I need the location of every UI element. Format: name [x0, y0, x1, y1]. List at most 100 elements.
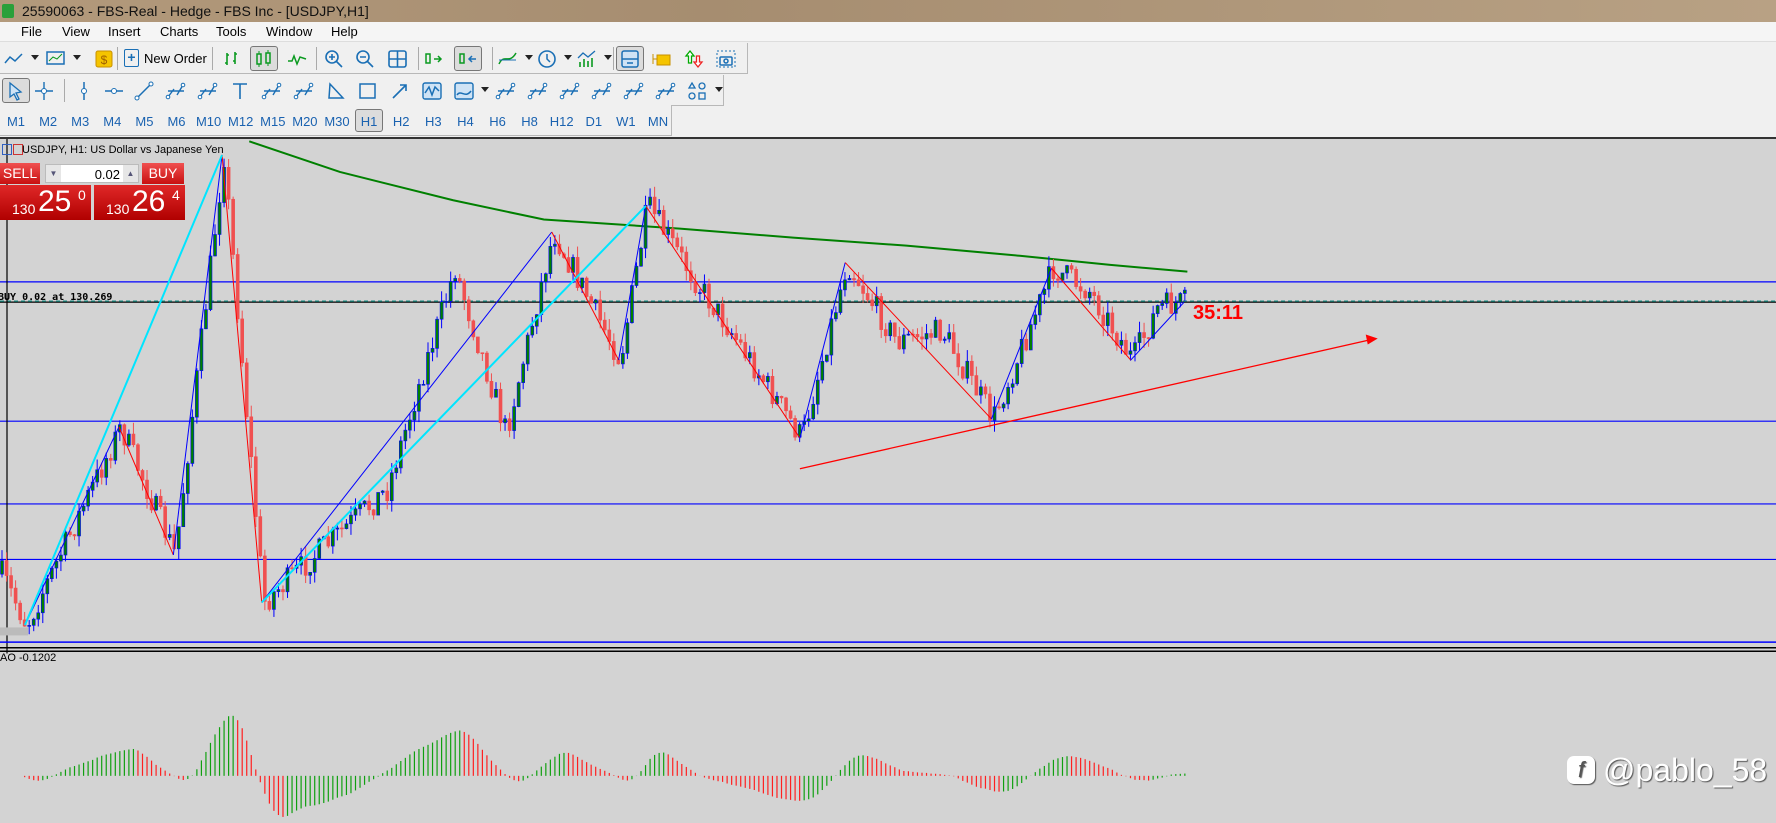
timeframe-m10[interactable]: M10 — [195, 109, 223, 132]
buy-button[interactable]: BUY — [142, 163, 184, 184]
menu-insert[interactable]: Insert — [108, 24, 141, 39]
lot-size-input[interactable]: ▼ 0.02 ▲ — [45, 164, 139, 183]
dropdown-arrow-icon[interactable] — [715, 87, 723, 92]
timeframe-m6[interactable]: M6 — [163, 109, 191, 132]
bullish-candle — [544, 273, 548, 283]
auto-scroll-button[interactable] — [420, 46, 448, 71]
cyan-trendline — [261, 205, 647, 604]
data-folder-button[interactable] — [648, 46, 676, 71]
bullish-candle — [380, 490, 385, 493]
toolbar-separator — [117, 47, 118, 70]
channel-button[interactable] — [194, 78, 222, 103]
dropdown-arrow-icon[interactable] — [564, 55, 572, 60]
timeframe-m15[interactable]: M15 — [259, 109, 287, 132]
market-watch-dollar-button[interactable]: $ — [90, 46, 118, 71]
sell-button[interactable]: SELL — [0, 163, 40, 184]
line-chart-button[interactable] — [0, 46, 28, 71]
timeframe-m4[interactable]: M4 — [98, 109, 126, 132]
bar-chart-button[interactable] — [218, 46, 246, 71]
bullish-candle — [399, 440, 403, 469]
sell-price[interactable]: 130 25 0 — [0, 185, 91, 220]
chart-window[interactable]: USDJPY, H1: US Dollar vs Japanese Yen SE… — [0, 137, 1776, 823]
indicators-button[interactable] — [494, 46, 522, 71]
wave-button[interactable] — [418, 78, 446, 103]
price-chart-canvas[interactable] — [0, 139, 1776, 823]
timeframe-mn[interactable]: MN — [644, 109, 672, 132]
pitchfork-button[interactable] — [524, 78, 552, 103]
bearish-candle — [693, 281, 698, 294]
templates-button[interactable] — [573, 46, 601, 71]
parallel-channel-button[interactable] — [556, 78, 584, 103]
screenshot-camera-button[interactable] — [712, 46, 740, 71]
lot-decrease-button[interactable]: ▼ — [46, 165, 61, 182]
fibo-button[interactable] — [492, 78, 520, 103]
tile-windows-button[interactable] — [384, 46, 412, 71]
rectangle-icon — [359, 82, 376, 99]
menu-tools[interactable]: Tools — [216, 24, 246, 39]
bullish-candle — [36, 612, 41, 620]
menu-window[interactable]: Window — [266, 24, 312, 39]
dropdown-arrow-icon[interactable] — [525, 55, 533, 60]
timeframe-d1[interactable]: D1 — [580, 109, 608, 132]
bearish-candle — [997, 406, 1001, 409]
menu-file[interactable]: File — [21, 24, 42, 39]
timeframe-m3[interactable]: M3 — [66, 109, 94, 132]
menu-charts[interactable]: Charts — [160, 24, 198, 39]
menu-help[interactable]: Help — [331, 24, 358, 39]
dropdown-arrow-icon[interactable] — [481, 87, 489, 92]
lot-increase-button[interactable]: ▲ — [123, 165, 138, 182]
regression-button[interactable] — [652, 78, 680, 103]
timeframe-m2[interactable]: M2 — [34, 109, 62, 132]
arrow-button[interactable] — [386, 78, 414, 103]
text-button[interactable] — [226, 78, 254, 103]
bearish-candle — [938, 319, 942, 341]
timeframe-m30[interactable]: M30 — [323, 109, 351, 132]
new-order-button[interactable]: + New Order — [122, 46, 207, 71]
timeframe-h6[interactable]: H6 — [484, 109, 512, 132]
terminal-button[interactable] — [616, 46, 644, 71]
trendline-button[interactable] — [130, 78, 158, 103]
periods-clock-button[interactable] — [533, 46, 561, 71]
terminal-icon — [621, 49, 639, 68]
chart-shift-button[interactable] — [454, 46, 482, 71]
bearish-candle — [865, 293, 870, 301]
timeframe-h4[interactable]: H4 — [451, 109, 479, 132]
timeframe-m20[interactable]: M20 — [291, 109, 319, 132]
shapes-button[interactable] — [684, 78, 712, 103]
buy-price[interactable]: 130 26 4 — [94, 185, 185, 220]
line-button[interactable] — [283, 46, 311, 71]
bullish-candle — [104, 458, 109, 478]
fibo-fan-button[interactable] — [588, 78, 616, 103]
dropdown-arrow-icon[interactable] — [73, 55, 81, 60]
zoom-in-button[interactable] — [320, 46, 348, 71]
fibo-arcs-button[interactable] — [620, 78, 648, 103]
text-label-button[interactable] — [258, 78, 286, 103]
image-button[interactable] — [450, 78, 478, 103]
timeframe-w1[interactable]: W1 — [612, 109, 640, 132]
menu-view[interactable]: View — [62, 24, 90, 39]
zoom-out-button[interactable] — [351, 46, 379, 71]
crosshair-button[interactable] — [30, 78, 58, 103]
timeframe-h2[interactable]: H2 — [387, 109, 415, 132]
candlestick-button[interactable] — [250, 46, 278, 71]
timeframe-m5[interactable]: M5 — [130, 109, 158, 132]
timeframe-m1[interactable]: M1 — [2, 109, 30, 132]
bearish-candle — [471, 320, 476, 338]
vertical-line-button[interactable] — [70, 78, 98, 103]
timeframe-h3[interactable]: H3 — [419, 109, 447, 132]
timeframe-h12[interactable]: H12 — [548, 109, 576, 132]
timeframe-m12[interactable]: M12 — [227, 109, 255, 132]
chart-template-button[interactable] — [42, 46, 70, 71]
horizontal-line-button[interactable] — [100, 78, 128, 103]
triangle-button[interactable] — [322, 78, 350, 103]
trade-arrows-button[interactable] — [680, 46, 708, 71]
rectangle-button[interactable] — [354, 78, 382, 103]
trend-by-angle-button[interactable] — [162, 78, 190, 103]
dropdown-arrow-icon[interactable] — [31, 55, 39, 60]
cursor-button[interactable] — [2, 78, 30, 103]
timeframe-h1[interactable]: H1 — [355, 109, 384, 132]
label-button[interactable] — [290, 78, 318, 103]
timeframe-h8[interactable]: H8 — [516, 109, 544, 132]
dropdown-arrow-icon[interactable] — [604, 55, 612, 60]
bearish-candle — [602, 319, 607, 331]
